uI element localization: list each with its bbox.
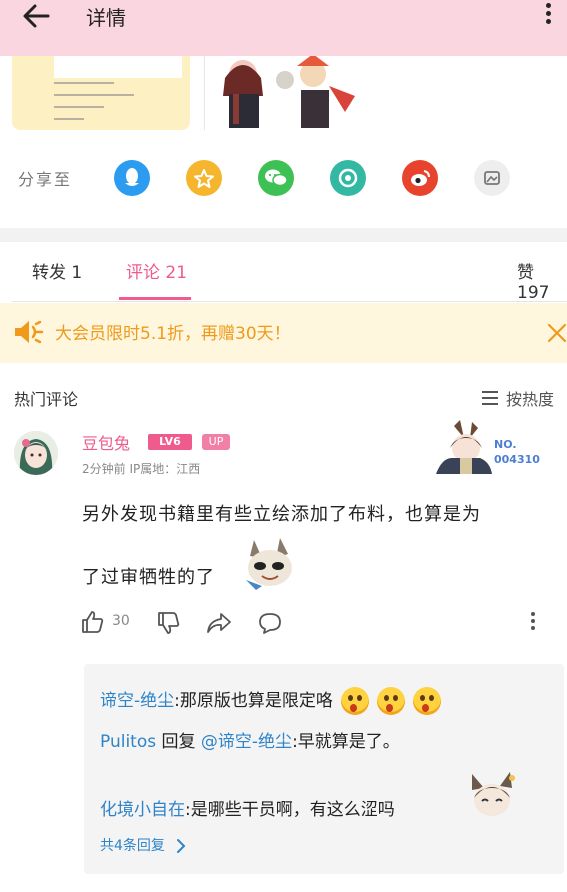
dislike-icon[interactable] (156, 610, 182, 636)
like-count: 30 (112, 613, 130, 629)
reply-text: 早就算是了。 (297, 732, 400, 752)
sticker-image (246, 538, 292, 590)
sort-icon[interactable] (481, 390, 499, 406)
gallery-share-icon[interactable] (474, 160, 510, 196)
reply-username[interactable]: 化境小自在 (100, 800, 185, 820)
moments-share-icon[interactable] (330, 160, 366, 196)
tab-comments[interactable]: 评论 21 (126, 258, 187, 283)
like-icon[interactable] (80, 609, 106, 635)
level-badge: LV6 (148, 434, 192, 450)
comment-content: 另外发现书籍里有些立绘添加了布料，也算是为 (82, 504, 481, 525)
hot-comments-title: 热门评论 (14, 390, 79, 409)
comment-more-icon[interactable] (531, 612, 537, 630)
more-options-icon[interactable] (538, 0, 558, 32)
page-title: 详情 (86, 6, 126, 30)
sticker-image (472, 772, 515, 816)
active-tab-indicator (119, 297, 191, 300)
back-arrow-icon[interactable] (18, 2, 58, 30)
tab-divider (12, 301, 567, 302)
tab-repost[interactable]: 转发 1 (32, 258, 82, 283)
comment-username[interactable]: 豆包兔 (82, 430, 130, 454)
section-separator (0, 228, 567, 242)
chevron-right-icon (177, 839, 186, 853)
close-icon[interactable] (546, 322, 567, 344)
view-all-replies-link[interactable]: 共4条回复 (100, 835, 187, 855)
reply-username[interactable]: 谛空-绝尘 (100, 691, 174, 711)
reply-item[interactable]: 化境小自在:是哪些干员啊，有这么涩吗 (100, 795, 395, 820)
post-image-2[interactable] (204, 56, 375, 130)
qq-share-icon[interactable] (114, 160, 150, 196)
up-badge: UP (202, 434, 230, 450)
share-label: 分享至 (18, 170, 73, 189)
banner-text: 大会员限时5.1折，再赠30天！ (55, 324, 291, 344)
reply-mention[interactable]: @谛空-绝尘 (201, 732, 292, 752)
fan-badge-image[interactable] (432, 418, 494, 474)
reply-item[interactable]: 谛空-绝尘:那原版也算是限定咯 (100, 686, 441, 715)
post-image-1[interactable] (12, 56, 190, 130)
surprised-emoji-icon (340, 687, 369, 715)
surprised-emoji-icon (376, 687, 405, 715)
speaker-icon (15, 320, 44, 344)
share-icon[interactable] (205, 610, 233, 636)
surprised-emoji-icon (412, 687, 441, 715)
wechat-share-icon[interactable] (258, 160, 294, 196)
favorites-share-icon[interactable] (186, 160, 222, 196)
reply-text: 是哪些干员啊，有这么涩吗 (190, 800, 395, 820)
comment-content-2: 了过审牺牲的了 (82, 567, 215, 588)
avatar[interactable] (14, 431, 58, 475)
reply-text: 那原版也算是限定咯 (179, 691, 333, 711)
comment-meta: 2分钟前 IP属地：江西 (82, 462, 201, 476)
weibo-share-icon[interactable] (402, 160, 438, 196)
tab-likes[interactable]: 赞 197 (517, 258, 567, 303)
fan-badge-number: NO. 004310 (494, 438, 540, 466)
reply-icon[interactable] (256, 610, 284, 636)
sort-button[interactable]: 按热度 (506, 386, 554, 410)
reply-username[interactable]: Pulitos (100, 732, 156, 752)
reply-item[interactable]: Pulitos 回复 @谛空-绝尘:早就算是了。 (100, 727, 400, 752)
